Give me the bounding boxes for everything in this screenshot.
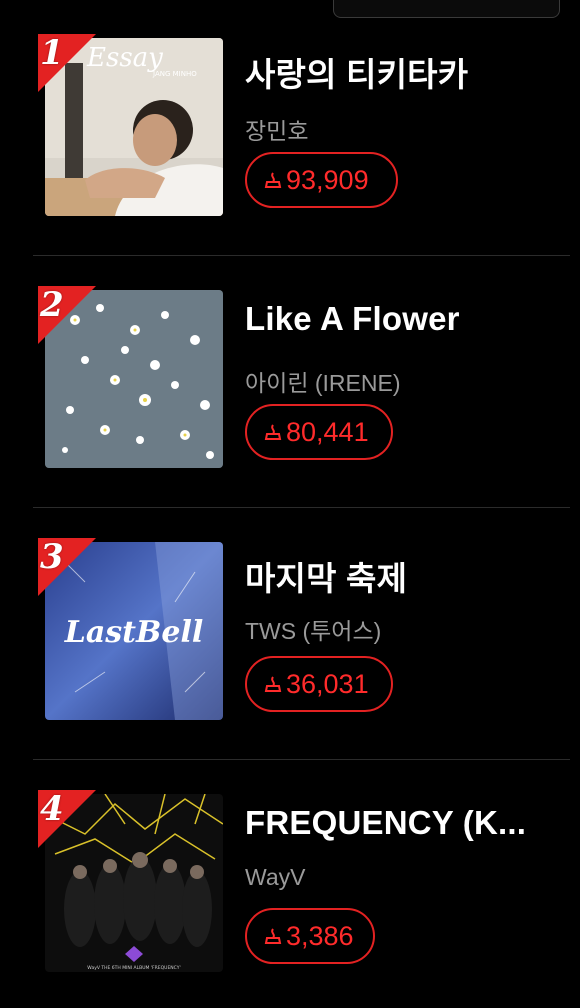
chart-row-2[interactable]: 2 Like A Flower 아이린 (IRENE) 80,441 [0, 252, 580, 504]
svg-text:WayV THE 6TH MINI ALBUM 'FREQU: WayV THE 6TH MINI ALBUM 'FREQUENCY' [87, 965, 180, 971]
vote-count: 93,909 [286, 164, 369, 195]
vote-count: 36,031 [286, 668, 369, 699]
chart-row-1[interactable]: Essay JANG MINHO 1 사랑의 티키타카 장민호 93,909 [0, 0, 580, 252]
rank-number: 3 [40, 537, 64, 577]
song-title[interactable]: Like A Flower [245, 300, 565, 338]
song-title[interactable]: 사랑의 티키타카 [245, 48, 565, 96]
vote-button[interactable]: 93,909 [245, 152, 398, 208]
svg-text:Essay: Essay [86, 43, 163, 73]
vote-flame-icon [263, 170, 283, 190]
vote-flame-icon [263, 674, 283, 694]
artist-name[interactable]: WayV [245, 864, 565, 891]
song-title[interactable]: FREQUENCY (K... [245, 804, 565, 842]
rank-number: 2 [40, 285, 64, 325]
vote-button[interactable]: 80,441 [245, 404, 393, 460]
artist-name[interactable]: 장민호 [245, 112, 565, 146]
vote-button[interactable]: 36,031 [245, 656, 393, 712]
artist-name[interactable]: 아이린 (IRENE) [245, 364, 565, 398]
rank-number: 4 [40, 789, 64, 829]
vote-flame-icon [263, 926, 283, 946]
chart-row-4[interactable]: WayV THE 6TH MINI ALBUM 'FREQUENCY' 4 FR… [0, 756, 580, 1008]
vote-count: 80,441 [286, 416, 369, 447]
svg-text:LastBell: LastBell [64, 615, 204, 650]
vote-count: 3,386 [286, 920, 354, 951]
artist-name[interactable]: TWS (투어스) [245, 612, 565, 646]
vote-flame-icon [263, 422, 283, 442]
svg-text:JANG MINHO: JANG MINHO [152, 70, 197, 78]
vote-button[interactable]: 3,386 [245, 908, 375, 964]
chart-row-3[interactable]: LastBell 3 마지막 축제 TWS (투어스) 36,031 [0, 504, 580, 756]
song-title[interactable]: 마지막 축제 [245, 552, 565, 600]
rank-number: 1 [40, 33, 64, 73]
